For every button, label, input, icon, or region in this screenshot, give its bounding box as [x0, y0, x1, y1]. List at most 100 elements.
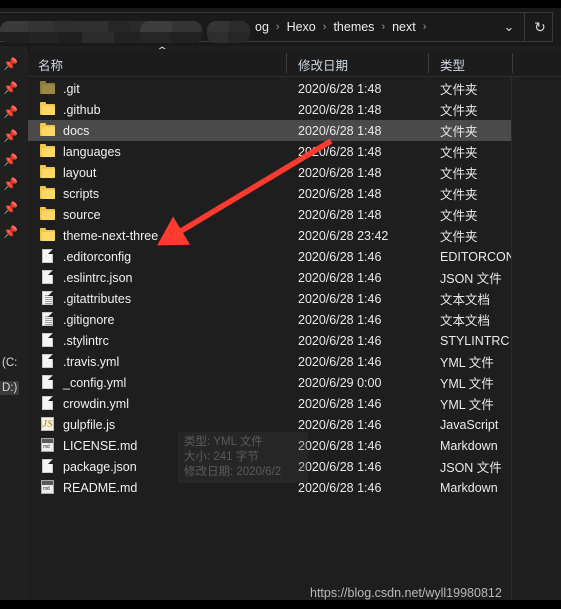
table-row[interactable]: .git 2020/6/28 1:48 文件夹 [28, 78, 512, 99]
file-name-cell[interactable]: theme-next-three [40, 228, 158, 243]
refresh-icon: ↻ [534, 18, 546, 35]
file-date-cell: 2020/6/28 1:48 [298, 207, 382, 222]
column-header-name[interactable]: 名称 [38, 55, 63, 74]
file-name-cell[interactable]: languages [40, 144, 121, 159]
pin-icon[interactable]: 📌 [3, 225, 18, 239]
tooltip-type-line: 类型: YML 文件 [184, 436, 263, 448]
pin-icon[interactable]: 📌 [3, 201, 18, 215]
folder-icon [40, 123, 56, 138]
breadcrumb-separator-icon: › [275, 21, 280, 33]
file-name-cell[interactable]: md LICENSE.md [40, 438, 137, 453]
redacted-path-block-2 [140, 21, 202, 43]
pin-icon[interactable]: 📌 [3, 57, 18, 71]
file-name-cell[interactable]: .editorconfig [40, 249, 131, 264]
table-row[interactable]: languages 2020/6/28 1:48 文件夹 [28, 141, 512, 162]
navigation-pane[interactable]: 📌 📌 📌 📌 📌 📌 📌 📌 (C: D:) [0, 46, 29, 600]
table-row[interactable]: .editorconfig 2020/6/28 1:46 EDITORCON [28, 246, 512, 267]
file-name-cell[interactable]: _config.yml [40, 375, 126, 390]
pin-icon[interactable]: 📌 [3, 105, 18, 119]
table-row[interactable]: .travis.yml 2020/6/28 1:46 YML 文件 [28, 351, 512, 372]
file-date-cell: 2020/6/28 1:48 [298, 102, 382, 117]
breadcrumb-item-themes[interactable]: themes [328, 20, 379, 34]
file-name-label: layout [63, 165, 97, 180]
file-name-cell[interactable]: scripts [40, 186, 99, 201]
file-icon [40, 375, 56, 390]
breadcrumb-item-hexo[interactable]: Hexo [282, 20, 321, 34]
text-file-icon [40, 291, 56, 306]
column-header-type[interactable]: 类型 [440, 55, 465, 74]
table-row[interactable]: .stylintrc 2020/6/28 1:46 STYLINTRC [28, 330, 512, 351]
file-tooltip: 类型: YML 文件 大小: 241 字节 修改日期: 2020/6/2 [178, 432, 308, 483]
breadcrumb-item-next[interactable]: next [387, 20, 421, 34]
breadcrumb-separator-icon: › [422, 21, 427, 33]
file-date-cell: 2020/6/28 1:46 [298, 417, 382, 432]
table-row[interactable]: .gitignore 2020/6/28 1:46 文本文档 [28, 309, 512, 330]
file-name-label: .editorconfig [63, 249, 132, 264]
folder-icon [40, 228, 56, 243]
file-name-cell[interactable]: .github [40, 102, 101, 117]
file-type-cell: 文件夹 [440, 83, 478, 97]
file-type-cell: YML 文件 [440, 356, 494, 370]
table-row[interactable]: docs 2020/6/28 1:48 文件夹 [28, 120, 512, 141]
file-name-cell[interactable]: layout [40, 165, 96, 180]
file-type-cell: STYLINTRC [440, 333, 510, 348]
file-name-cell[interactable]: .gitignore [40, 312, 114, 327]
file-name-cell[interactable]: .travis.yml [40, 354, 119, 369]
file-type-cell: 文本文档 [440, 293, 491, 307]
file-name-cell[interactable]: .stylintrc [40, 333, 109, 348]
file-date-cell: 2020/6/28 1:46 [298, 396, 382, 411]
column-divider[interactable] [286, 53, 287, 73]
file-name-label: package.json [63, 459, 137, 474]
file-type-cell: 文件夹 [440, 230, 478, 244]
file-type-cell: Markdown [440, 438, 498, 453]
nav-drive-d[interactable]: D:) [0, 381, 20, 395]
table-row[interactable]: source 2020/6/28 1:48 文件夹 [28, 204, 512, 225]
file-name-cell[interactable]: docs [40, 123, 89, 138]
file-name-cell[interactable]: md README.md [40, 480, 137, 495]
nav-drive-c[interactable]: (C: [2, 357, 17, 369]
file-icon [40, 270, 56, 285]
file-name-cell[interactable]: .eslintrc.json [40, 270, 132, 285]
file-name-label: languages [63, 144, 121, 159]
file-name-cell[interactable]: source [40, 207, 101, 222]
pin-icon[interactable]: 📌 [3, 177, 18, 191]
file-icon [40, 459, 56, 474]
breadcrumb-item-og[interactable]: og [250, 20, 274, 34]
file-name-cell[interactable]: package.json [40, 459, 137, 474]
table-row[interactable]: crowdin.yml 2020/6/28 1:46 YML 文件 [28, 393, 512, 414]
table-row[interactable]: .github 2020/6/28 1:48 文件夹 [28, 99, 512, 120]
refresh-button[interactable]: ↻ [524, 12, 555, 42]
javascript-file-icon: JS [41, 417, 54, 431]
pin-icon[interactable]: 📌 [3, 129, 18, 143]
table-row[interactable]: .gitattributes 2020/6/28 1:46 文本文档 [28, 288, 512, 309]
file-date-cell: 2020/6/28 1:46 [298, 333, 382, 348]
table-row[interactable]: scripts 2020/6/28 1:48 文件夹 [28, 183, 512, 204]
file-name-label: scripts [63, 186, 100, 201]
table-row[interactable]: .eslintrc.json 2020/6/28 1:46 JSON 文件 [28, 267, 512, 288]
file-type-cell: JSON 文件 [440, 461, 502, 475]
column-divider[interactable] [512, 53, 513, 73]
file-type-cell: 文本文档 [440, 314, 491, 328]
file-name-cell[interactable]: .gitattributes [40, 291, 131, 306]
file-name-cell[interactable]: crowdin.yml [40, 396, 129, 411]
address-bar[interactable]: og › Hexo › themes › next › ⌄ ↻ [0, 8, 561, 46]
file-name-label: .eslintrc.json [63, 270, 133, 285]
file-name-cell[interactable]: JS gulpfile.js [40, 417, 115, 432]
file-list[interactable]: .git 2020/6/28 1:48 文件夹 .github 2020/6/28 1:… [28, 78, 561, 600]
file-name-label: README.md [63, 480, 138, 495]
file-date-cell: 2020/6/28 23:42 [298, 228, 389, 243]
file-type-cell: JSON 文件 [440, 272, 502, 286]
folder-icon [40, 165, 56, 180]
file-date-cell: 2020/6/28 1:48 [298, 123, 382, 138]
pin-icon[interactable]: 📌 [3, 153, 18, 167]
table-row[interactable]: _config.yml 2020/6/29 0:00 YML 文件 [28, 372, 512, 393]
column-divider[interactable] [428, 53, 429, 73]
file-name-cell[interactable]: .git [40, 81, 80, 96]
table-row[interactable]: theme-next-three 2020/6/28 23:42 文件夹 [28, 225, 512, 246]
file-explorer-window: og › Hexo › themes › next › ⌄ ↻ 📌 📌 📌 📌 … [0, 8, 561, 600]
table-row[interactable]: layout 2020/6/28 1:48 文件夹 [28, 162, 512, 183]
folder-icon [40, 102, 56, 117]
address-dropdown-button[interactable]: ⌄ [494, 12, 524, 42]
pin-icon[interactable]: 📌 [3, 81, 18, 95]
column-header-date[interactable]: 修改日期 [298, 55, 348, 74]
